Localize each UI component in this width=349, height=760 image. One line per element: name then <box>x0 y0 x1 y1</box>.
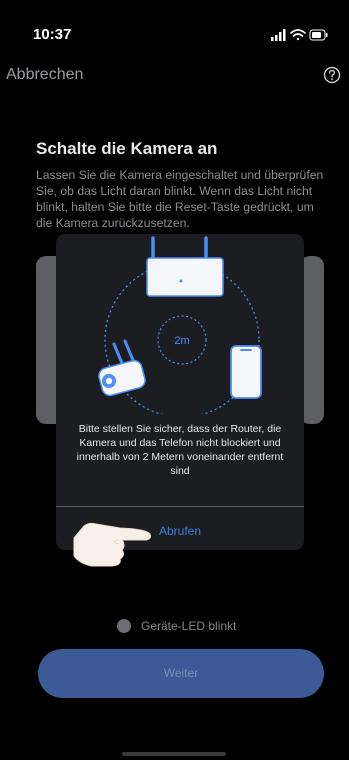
distance-illustration: 2m <box>98 236 262 414</box>
battery-icon <box>309 29 328 41</box>
page-description: Lassen Sie die Kamera eingeschaltet und … <box>36 168 324 230</box>
phone-icon <box>230 345 262 399</box>
modal-divider <box>56 506 304 507</box>
nav-bar: Abbrechen <box>0 60 349 90</box>
home-indicator <box>122 752 226 756</box>
next-button[interactable]: Weiter <box>38 649 324 698</box>
cancel-button[interactable]: Abbrechen <box>6 66 83 84</box>
next-button-label: Weiter <box>163 666 199 680</box>
led-blink-label: Geräte-LED blinkt <box>141 619 237 633</box>
page-title: Schalte die Kamera an <box>36 139 218 158</box>
modal-message: Bitte stellen Sie sicher, dass der Route… <box>76 423 284 477</box>
distance-modal: 2m Bitte stellen Sie sicher, dass der Ro… <box>56 234 304 567</box>
status-icons <box>271 29 328 41</box>
help-icon[interactable] <box>323 66 341 84</box>
status-bar: 10:37 <box>0 0 349 60</box>
router-icon <box>146 236 224 297</box>
pointing-hand-icon <box>73 522 151 567</box>
signal-icon <box>271 29 286 41</box>
status-time: 10:37 <box>33 26 72 43</box>
led-blink-radio[interactable] <box>117 619 131 633</box>
camera-icon <box>98 339 146 397</box>
wifi-icon <box>290 29 306 41</box>
distance-label: 2m <box>174 335 189 347</box>
